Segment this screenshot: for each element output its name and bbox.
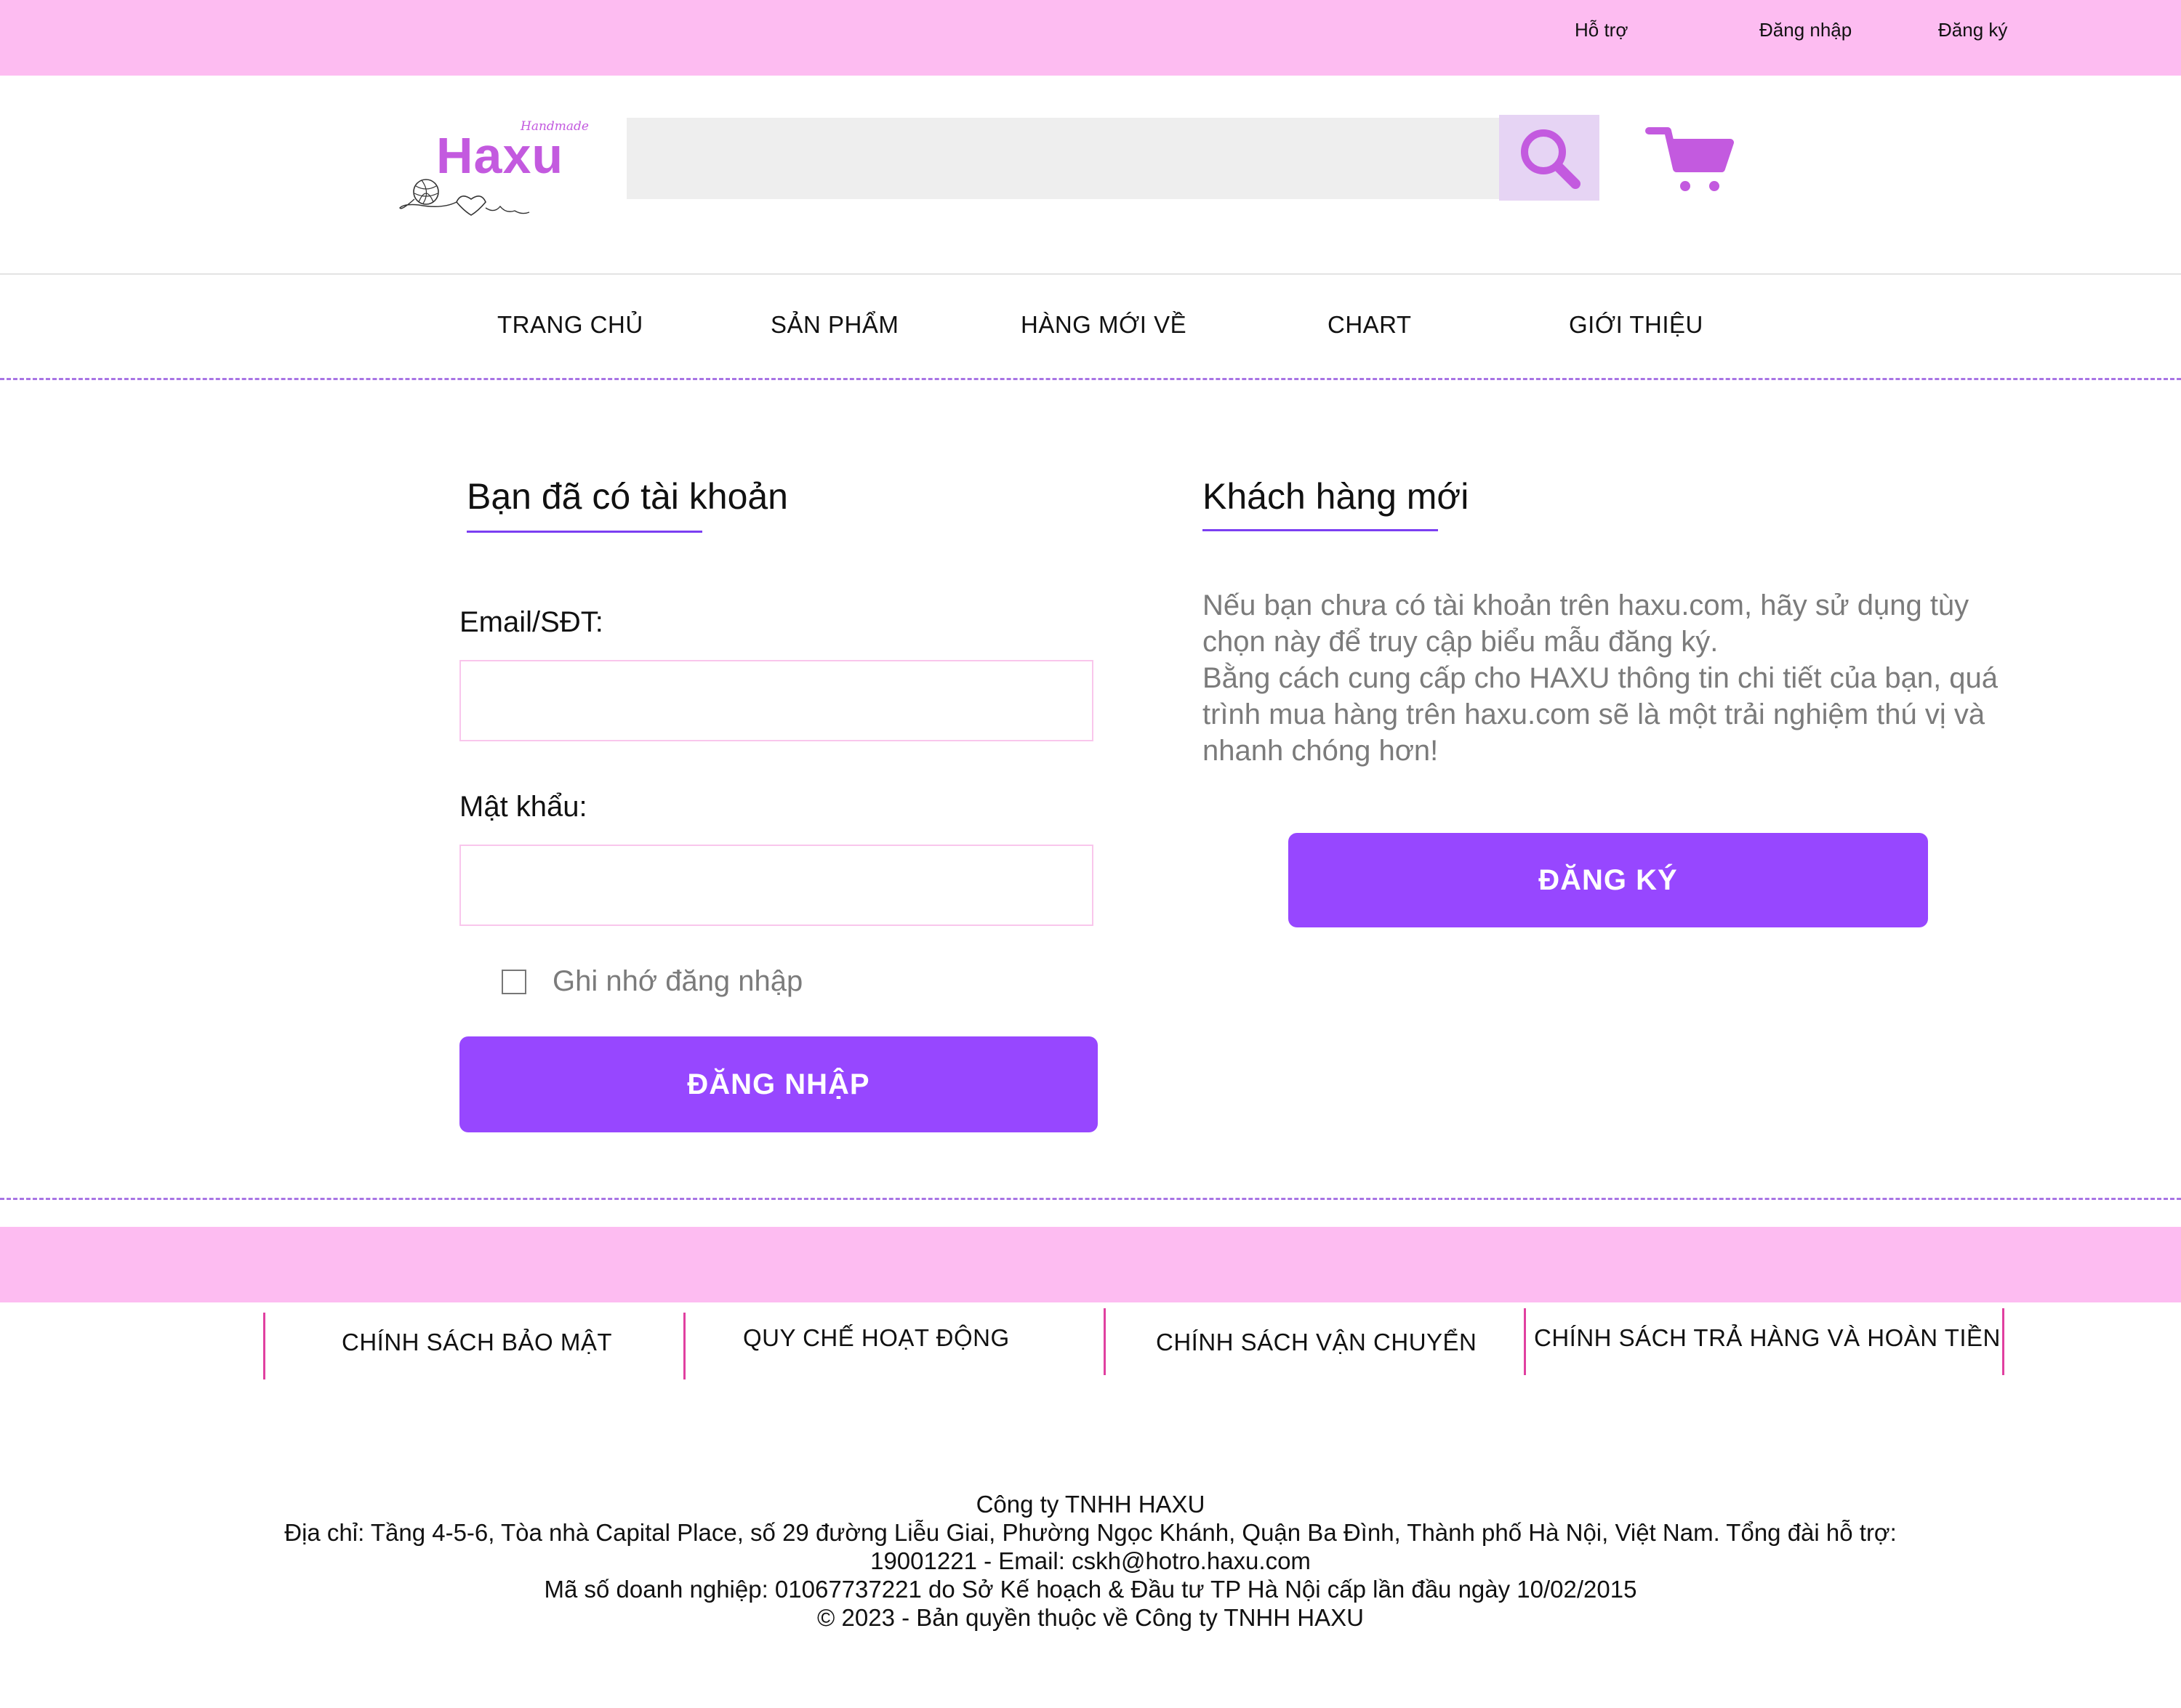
main-nav: TRANG CHỦ SẢN PHẨM HÀNG MỚI VỀ CHART GIỚ… (0, 273, 2181, 379)
register-button[interactable]: ĐĂNG KÝ (1288, 833, 1928, 927)
top-login-link[interactable]: Đăng nhập (1759, 19, 1852, 41)
footer-copyright: © 2023 - Bản quyền thuộc về Công ty TNHH… (817, 1604, 1364, 1631)
remember-label: Ghi nhớ đăng nhập (553, 965, 803, 997)
search-icon (1521, 129, 1580, 189)
policy-separator (683, 1313, 686, 1379)
login-button[interactable]: ĐĂNG NHẬP (459, 1036, 1098, 1132)
policy-separator (1524, 1308, 1526, 1375)
nav-about[interactable]: GIỚI THIỆU (1569, 311, 1703, 339)
footer-business-id: Mã số doanh nghiệp: 01067737221 do Sở Kế… (544, 1576, 1637, 1603)
divider-bottom (0, 1198, 2181, 1200)
support-link[interactable]: Hỗ trợ (1575, 19, 1628, 41)
login-title-underline (467, 531, 702, 533)
email-field[interactable] (459, 660, 1093, 741)
nav-chart[interactable]: CHART (1328, 311, 1412, 339)
footer-band (0, 1227, 2181, 1302)
policy-shipping[interactable]: CHÍNH SÁCH VẬN CHUYỂN (1156, 1329, 1477, 1356)
register-description: Nếu bạn chưa có tài khoản trên haxu.com,… (1202, 587, 2039, 769)
register-title-underline (1202, 529, 1438, 531)
footer-company: Công ty TNHH HAXU (976, 1491, 1205, 1518)
register-description-1: Nếu bạn chưa có tài khoản trên haxu.com,… (1202, 589, 1969, 658)
password-field[interactable] (459, 845, 1093, 926)
nav-products[interactable]: SẢN PHẨM (771, 311, 899, 339)
nav-home[interactable]: TRANG CHỦ (497, 311, 643, 339)
cart-icon (1645, 127, 1734, 191)
policy-separator (2002, 1308, 2004, 1375)
login-title: Bạn đã có tài khoản (467, 476, 788, 517)
nav-new-arrivals[interactable]: HÀNG MỚI VỀ (1021, 311, 1186, 339)
logo[interactable]: Handmade Haxu (398, 119, 595, 228)
policy-returns[interactable]: CHÍNH SÁCH TRẢ HÀNG VÀ HOÀN TIỀN (1534, 1324, 2001, 1352)
yarn-ball-icon (399, 179, 530, 216)
register-title: Khách hàng mới (1202, 476, 1469, 517)
search-button[interactable] (1499, 115, 1599, 201)
policy-operations[interactable]: QUY CHẾ HOẠT ĐỘNG (743, 1324, 1010, 1352)
policy-separator (1104, 1308, 1106, 1375)
divider-top (0, 378, 2181, 380)
policy-separator (263, 1313, 265, 1379)
footer-address-line2: 19001221 - Email: cskh@hotro.haxu.com (870, 1547, 1311, 1574)
footer-info: Công ty TNHH HAXU Địa chỉ: Tầng 4-5-6, T… (0, 1490, 2181, 1632)
search-input[interactable] (627, 118, 1499, 199)
top-register-link[interactable]: Đăng ký (1938, 19, 2007, 41)
remember-checkbox[interactable] (502, 970, 526, 994)
footer-address-line1: Địa chỉ: Tầng 4-5-6, Tòa nhà Capital Pla… (284, 1519, 1897, 1546)
policy-privacy[interactable]: CHÍNH SÁCH BẢO MẬT (342, 1329, 612, 1356)
register-description-2: Bằng cách cung cấp cho HAXU thông tin ch… (1202, 662, 1999, 767)
password-label: Mật khẩu: (459, 791, 587, 823)
cart-button[interactable] (1644, 122, 1739, 195)
email-label: Email/SĐT: (459, 606, 603, 638)
site-header: Handmade Haxu (0, 76, 2181, 275)
top-bar: Hỗ trợ Đăng nhập Đăng ký (0, 0, 2181, 76)
